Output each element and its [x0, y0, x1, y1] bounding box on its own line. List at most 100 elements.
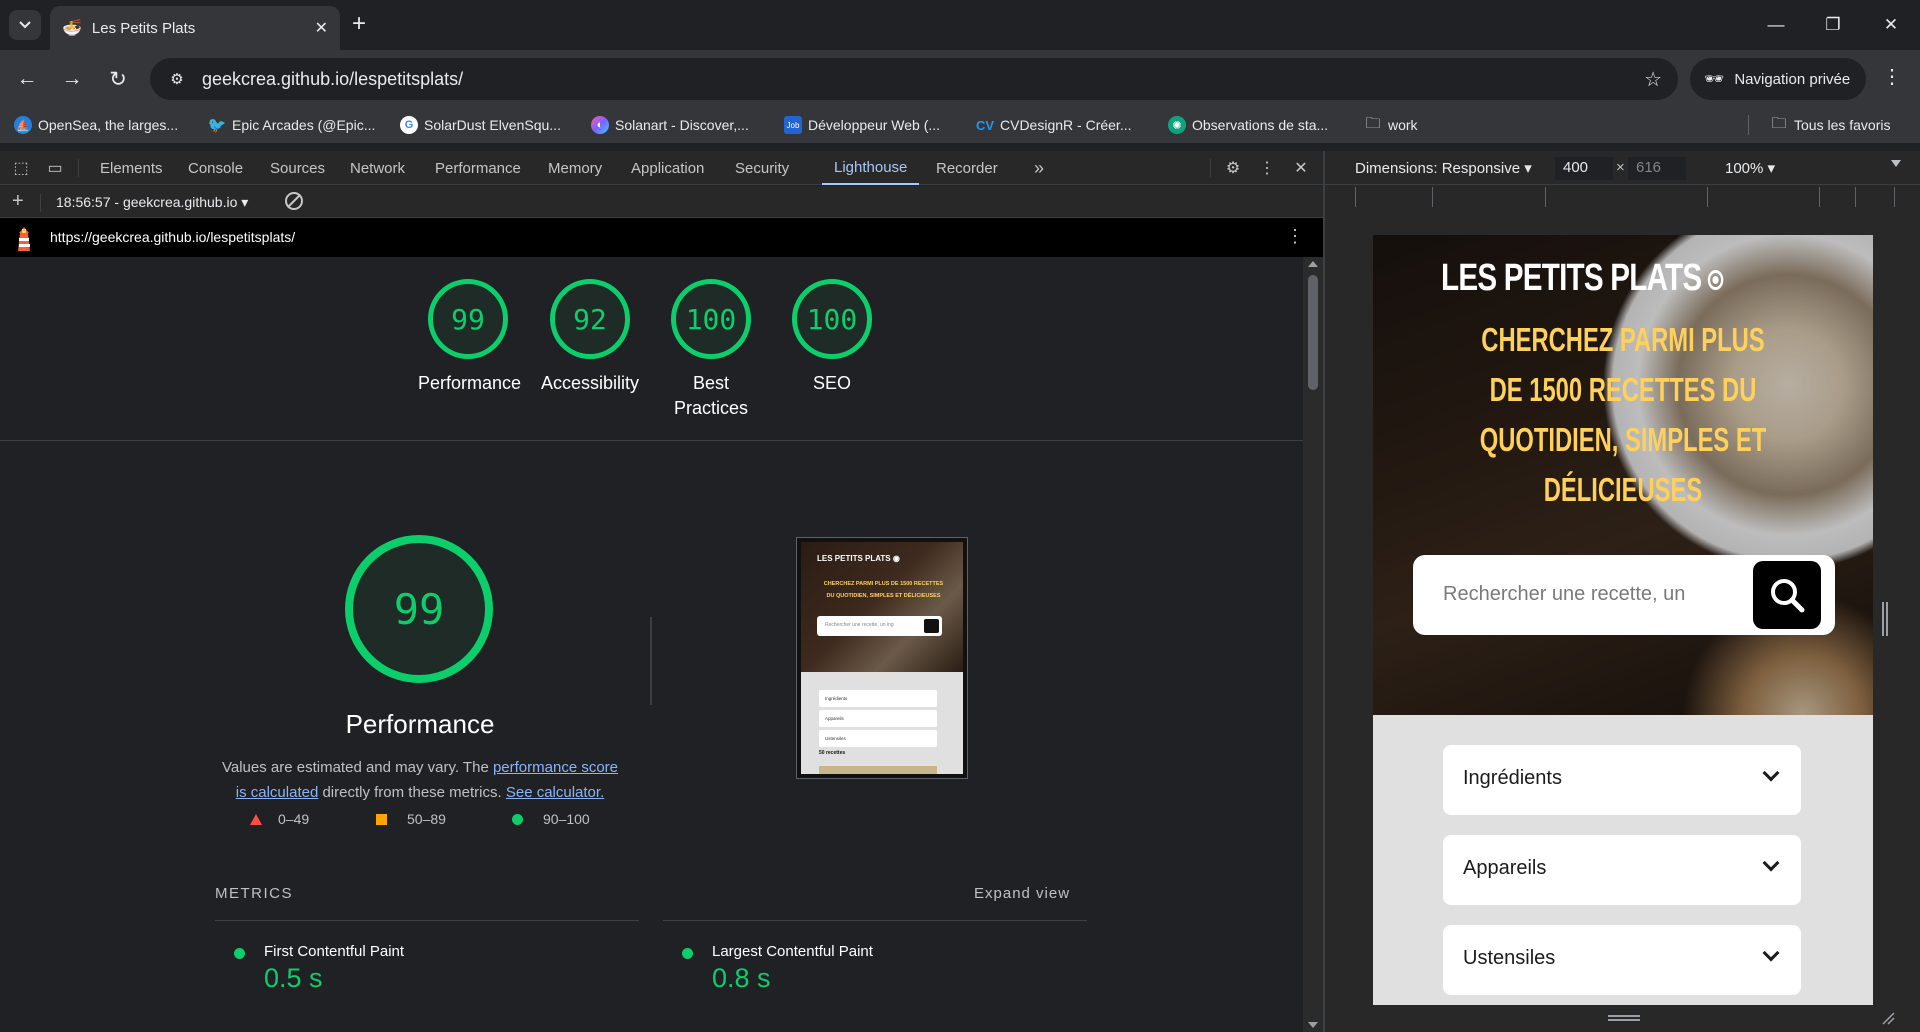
thumbnail-title: LES PETITS PLATS ◉ — [817, 554, 900, 563]
bookmark-label: Solanart - Discover,... — [615, 117, 749, 133]
report-scrollbar[interactable] — [1303, 257, 1323, 1032]
scroll-up-arrow-icon[interactable] — [1308, 261, 1318, 267]
tab-search-button[interactable] — [9, 10, 41, 40]
device-toolbar-icon[interactable]: ▭ — [44, 158, 66, 178]
device-options-icon[interactable] — [1891, 160, 1901, 167]
bookmark-item[interactable]: ✺ Observations de sta... — [1168, 115, 1328, 135]
report-selector[interactable]: 18:56:57 - geekcrea.github.io ▾ — [56, 194, 248, 211]
bookmark-item[interactable]: ⛵ OpenSea, the larges... — [14, 115, 178, 135]
devtools-menu-icon[interactable]: ⋮ — [1256, 158, 1278, 178]
incognito-icon: 🕶 — [1704, 71, 1725, 88]
logo-circle-icon — [1707, 270, 1724, 290]
settings-gear-icon[interactable]: ⚙ — [1222, 158, 1244, 178]
viewport-width-input[interactable]: 400 — [1555, 157, 1613, 180]
score-value: 99 — [428, 279, 508, 359]
close-tab-icon[interactable]: ✕ — [315, 18, 328, 38]
filter-dropdown-utensils[interactable]: Ustensiles — [1443, 925, 1801, 995]
see-calculator-link[interactable]: See calculator. — [506, 784, 604, 801]
score-gauge-accessibility[interactable]: 92 Accessibility — [540, 279, 640, 396]
forward-button[interactable]: → — [57, 64, 87, 94]
incognito-label: Navigation privée — [1734, 70, 1851, 88]
search-button[interactable] — [1753, 561, 1821, 629]
tab-title: Les Petits Plats — [91, 19, 196, 37]
bookmark-item[interactable]: ◐ Solanart - Discover,... — [591, 115, 749, 135]
score-label: Accessibility — [540, 373, 640, 393]
chatgpt-icon: ✺ — [1168, 116, 1186, 134]
zoom-dropdown[interactable]: 100% ▾ — [1725, 159, 1775, 177]
metric-name: Largest Contentful Paint — [712, 943, 873, 960]
bookmark-label: Epic Arcades (@Epic... — [232, 117, 376, 133]
all-bookmarks-folder[interactable]: 🗀 Tous les favoris — [1770, 115, 1890, 135]
desc-text: directly from these metrics. — [318, 784, 506, 801]
all-bookmarks-label: Tous les favoris — [1794, 117, 1891, 133]
new-tab-button[interactable]: + — [352, 12, 366, 36]
new-report-icon[interactable]: + — [12, 190, 24, 213]
thumbnail-search-button — [924, 619, 939, 633]
tab-application[interactable]: Application — [631, 151, 704, 185]
tab-recorder[interactable]: Recorder — [936, 151, 998, 185]
ruler-tick — [1432, 187, 1433, 207]
clear-reports-icon[interactable] — [285, 192, 303, 210]
dimensions-dropdown[interactable]: Dimensions: Responsive ▾ — [1355, 159, 1532, 177]
bookmark-star-icon[interactable]: ☆ — [1644, 67, 1662, 92]
reload-button[interactable]: ↻ — [103, 64, 133, 94]
lighthouse-report-url[interactable]: https://geekcrea.github.io/lespetitsplat… — [50, 229, 295, 245]
score-gauge-best-practices[interactable]: 100 Best Practices — [661, 279, 761, 421]
score-gauge-seo[interactable]: 100 SEO — [782, 279, 882, 396]
address-url[interactable]: geekcrea.github.io/lespetitsplats/ — [202, 69, 1644, 90]
address-bar[interactable]: ⚙ geekcrea.github.io/lespetitsplats/ ☆ — [150, 58, 1678, 100]
scrollbar-thumb[interactable] — [1308, 275, 1318, 390]
tab-elements[interactable]: Elements — [100, 151, 163, 185]
recipe-search-input[interactable]: Rechercher une recette, un — [1413, 555, 1835, 635]
bookmark-item[interactable]: 🐦 Epic Arcades (@Epic... — [208, 115, 376, 135]
filter-label: Ingrédients — [1463, 767, 1562, 789]
tab-security[interactable]: Security — [735, 151, 789, 185]
bookmark-label: work — [1388, 117, 1418, 133]
filter-dropdown-ingredients[interactable]: Ingrédients — [1443, 745, 1801, 815]
expand-view-button[interactable]: Expand view — [974, 885, 1070, 902]
legend-range: 0–49 — [278, 811, 310, 827]
final-screenshot-thumbnail[interactable]: LES PETITS PLATS ◉ CHERCHEZ PARMI PLUS D… — [796, 537, 968, 779]
browser-tab[interactable]: 🍜 Les Petits Plats ✕ — [50, 6, 340, 50]
score-gauge-performance[interactable]: 99 Performance — [418, 279, 521, 396]
report-menu-icon[interactable]: ⋮ — [1286, 226, 1304, 247]
scroll-down-arrow-icon[interactable] — [1308, 1022, 1318, 1028]
viewport-resize-handle-right[interactable] — [1882, 602, 1888, 636]
restore-button[interactable]: ❐ — [1808, 10, 1858, 40]
tab-memory[interactable]: Memory — [548, 151, 602, 185]
resize-corner-icon[interactable] — [1881, 1011, 1895, 1025]
chevron-down-icon — [1762, 764, 1780, 782]
back-button[interactable]: ← — [12, 64, 42, 94]
bookmark-item[interactable]: Job Développeur Web (... — [784, 115, 940, 135]
tab-console[interactable]: Console — [188, 151, 243, 185]
minimize-button[interactable]: — — [1751, 10, 1801, 40]
more-tabs-icon[interactable]: » — [1034, 151, 1044, 185]
average-square-icon — [376, 813, 387, 825]
site-logo[interactable]: LES PETITS PLATS — [1441, 257, 1724, 300]
bookmark-label: OpenSea, the larges... — [38, 117, 179, 133]
metric-value: 0.8 s — [712, 963, 771, 993]
tab-lighthouse[interactable]: Lighthouse — [822, 151, 920, 185]
tab-network[interactable]: Network — [350, 151, 405, 185]
bookmark-item[interactable]: G SolarDust ElvenSqu... — [400, 115, 561, 135]
tab-sources[interactable]: Sources — [270, 151, 325, 185]
legend-pass: 90–100 — [512, 811, 590, 827]
browser-menu-icon[interactable]: ⋮ — [1882, 64, 1902, 89]
incognito-indicator[interactable]: 🕶 Navigation privée — [1690, 58, 1866, 100]
site-info-icon[interactable]: ⚙ — [164, 66, 190, 92]
tab-performance[interactable]: Performance — [435, 151, 521, 185]
score-value: 92 — [550, 279, 630, 359]
score-label: SEO — [812, 373, 851, 393]
filter-label: Appareils — [1463, 857, 1547, 879]
close-window-button[interactable]: ✕ — [1866, 10, 1916, 40]
bookmark-item[interactable]: CV CVDesignR - Créer... — [976, 115, 1132, 135]
close-devtools-icon[interactable]: ✕ — [1290, 158, 1312, 178]
filter-dropdown-appliances[interactable]: Appareils — [1443, 835, 1801, 905]
media-query-ruler[interactable] — [1355, 187, 1895, 207]
inspect-element-icon[interactable]: ⬚ — [10, 158, 32, 178]
section-divider — [0, 440, 1303, 441]
viewport-resize-handle-bottom[interactable] — [1608, 1015, 1640, 1021]
bookmark-folder[interactable]: 🗀 work — [1364, 115, 1418, 135]
devtools-tabbar: ⬚ ▭ Elements Console Sources Network Per… — [0, 151, 1323, 185]
viewport-height-input[interactable]: 616 — [1628, 157, 1686, 180]
